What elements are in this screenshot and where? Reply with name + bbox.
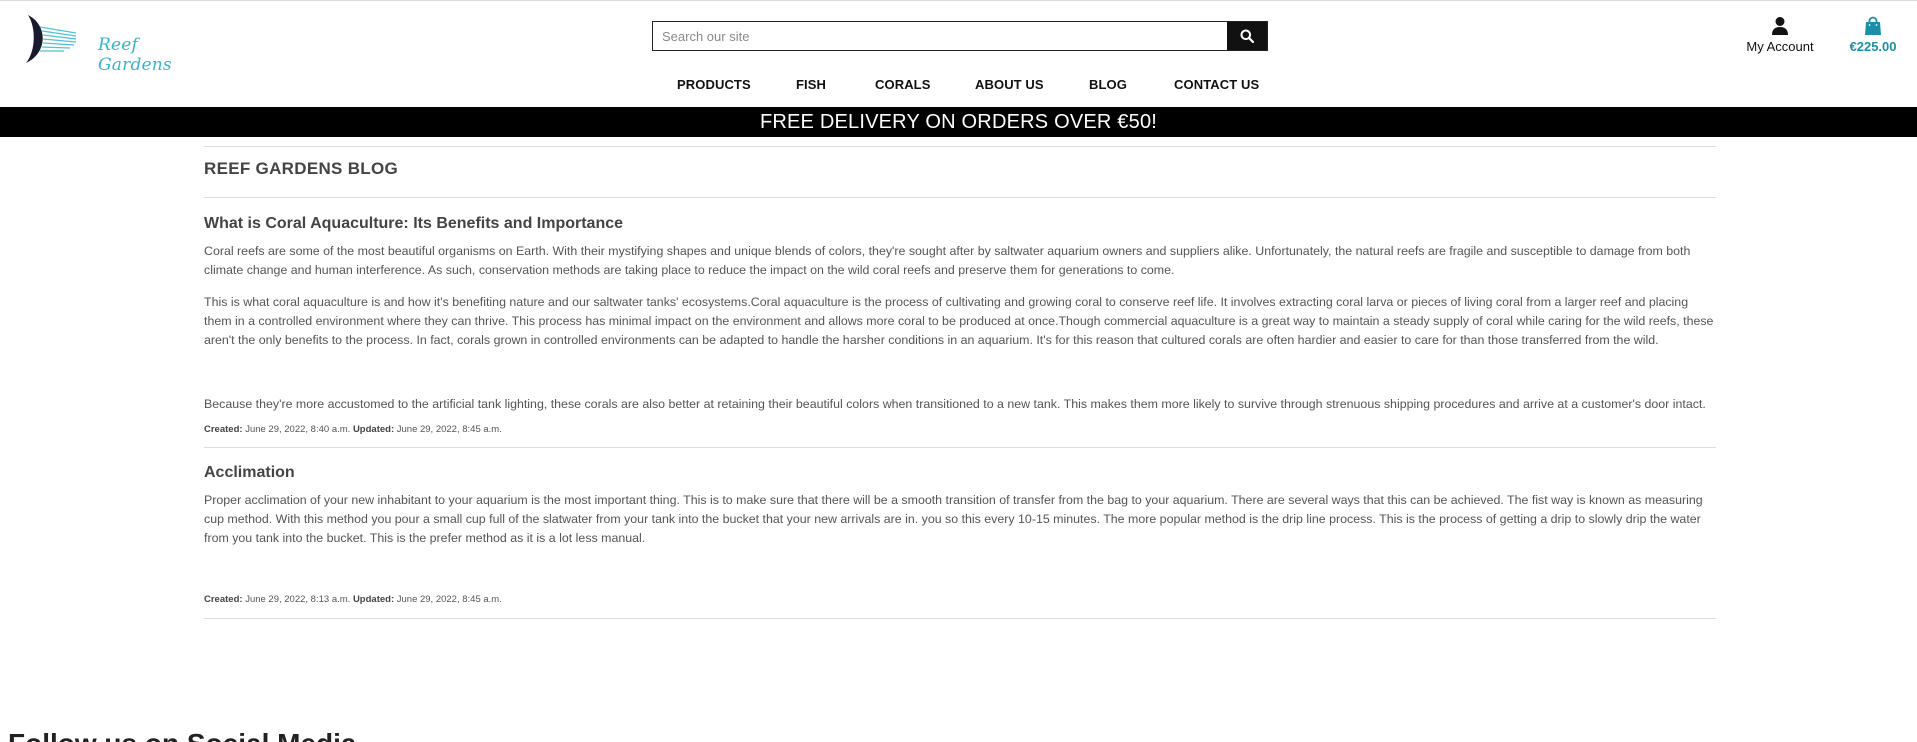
search-button[interactable] [1227,22,1267,50]
search-input[interactable] [653,22,1227,50]
post-paragraph: This is what coral aquaculture is and ho… [204,295,1714,347]
nav-item-corals[interactable]: CORALS [875,77,931,92]
updated-date: June 29, 2022, 8:45 a.m. [396,424,502,435]
post-paragraph: Coral reefs are some of the most beautif… [204,244,1691,277]
main-nav: PRODUCTS FISH CORALS ABOUT US BLOG CONTA… [0,77,1917,97]
nav-item-blog[interactable]: BLOG [1089,77,1127,92]
nav-item-fish[interactable]: FISH [796,77,826,92]
blog-main: REEF GARDENS BLOG What is Coral Aquacult… [204,137,1716,619]
updated-label: Updated: [352,424,395,435]
search-icon [1240,29,1254,43]
my-account-link[interactable]: My Account [1742,16,1818,54]
logo-link[interactable]: Reef Gardens [18,11,178,75]
nav-item-products[interactable]: PRODUCTS [677,77,751,92]
search-form [652,21,1268,51]
blog-post: What is Coral Aquaculture: Its Benefits … [204,215,1716,435]
divider [204,197,1716,198]
logo-text: Reef Gardens [98,35,172,75]
created-label: Created: [204,424,243,435]
logo-fin-icon [26,15,77,63]
created-label: Created: [204,594,243,605]
post-paragraph: Because they're more accustomed to the a… [204,397,1706,411]
divider [204,618,1716,619]
cart-link[interactable]: €225.00 [1843,16,1903,54]
post-paragraph: Proper acclimation of your new inhabitan… [204,493,1703,545]
nav-item-contact-us[interactable]: CONTACT US [1174,77,1259,92]
created-date: June 29, 2022, 8:40 a.m. [245,424,351,435]
created-date: June 29, 2022, 8:13 a.m. [245,594,351,605]
post-meta: Created: June 29, 2022, 8:13 a.m. Update… [204,594,1716,605]
cart-total: €225.00 [1849,39,1897,54]
footer-social-heading: Follow us on Social Media [8,728,356,742]
user-icon [1772,17,1788,35]
site-header: Reef Gardens PRODUCTS FISH CORALS ABOUT … [0,1,1917,106]
promo-banner: FREE DELIVERY ON ORDERS OVER €50! [0,107,1917,137]
updated-date: June 29, 2022, 8:45 a.m. [396,594,502,605]
blog-title: REEF GARDENS BLOG [204,159,399,178]
shopping-bag-icon [1865,16,1881,35]
blog-post: Acclimation Proper acclimation of your n… [204,464,1716,605]
post-title: Acclimation [204,464,295,481]
post-meta: Created: June 29, 2022, 8:40 a.m. Update… [204,424,1716,435]
post-title: What is Coral Aquaculture: Its Benefits … [204,215,624,232]
divider [204,447,1716,448]
nav-item-about-us[interactable]: ABOUT US [975,77,1044,92]
divider [204,146,1716,147]
my-account-label: My Account [1746,39,1814,54]
updated-label: Updated: [352,594,395,605]
